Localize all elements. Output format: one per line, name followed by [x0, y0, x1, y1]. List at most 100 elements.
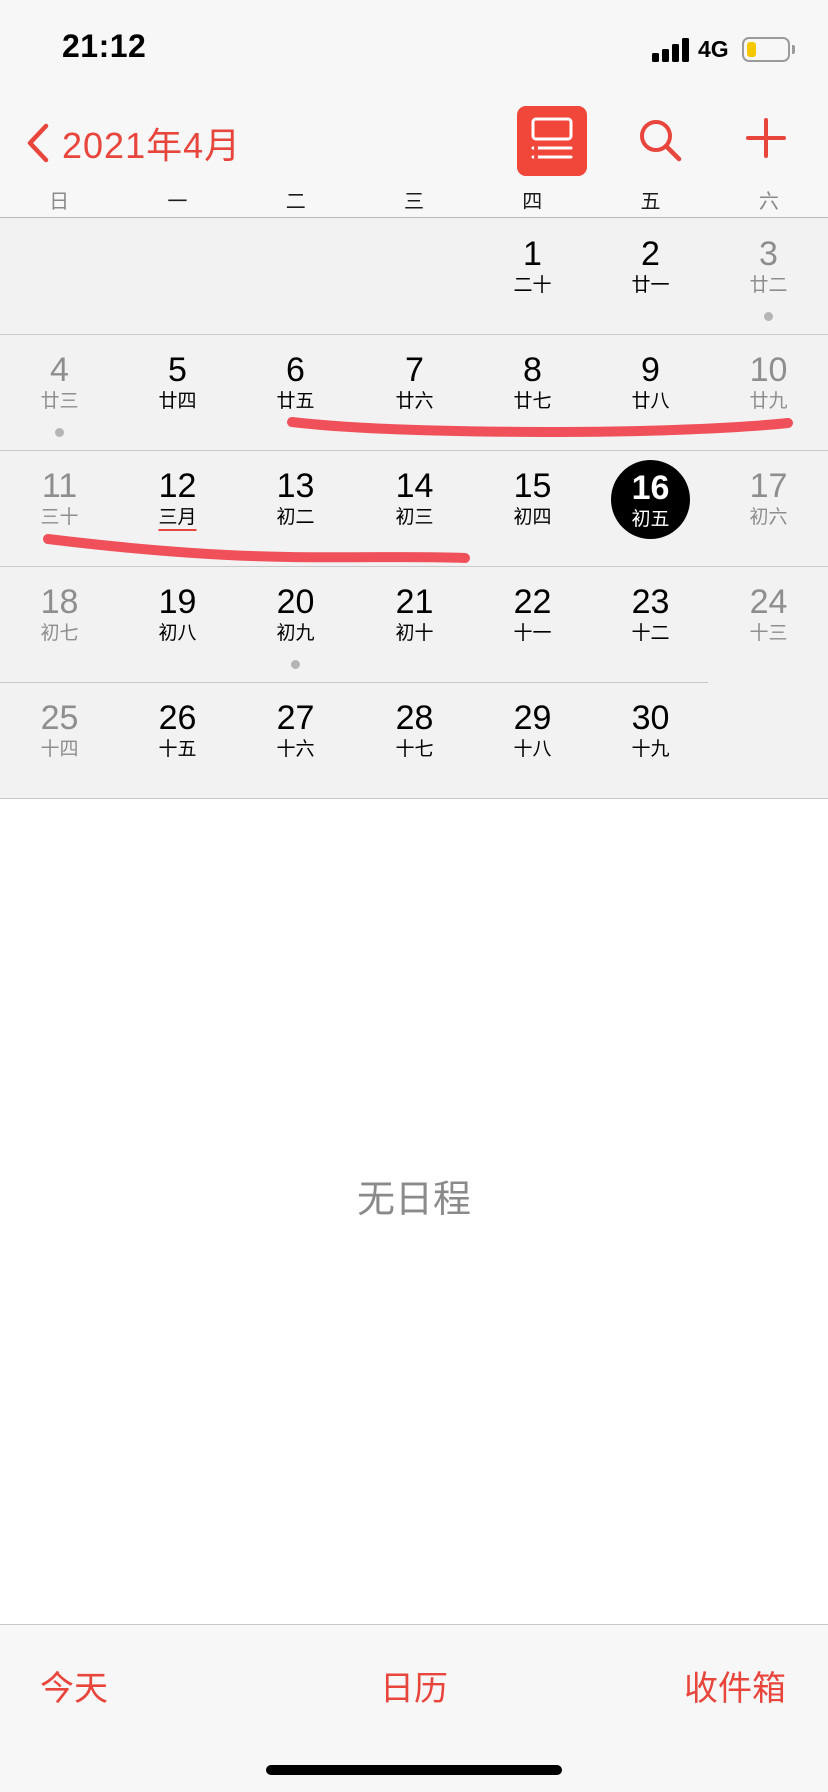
day-cell[interactable]: 14 初三 [359, 450, 470, 566]
navigation-bar: 2021年4月 日 一 二 三 四 五 六 [0, 100, 828, 218]
lunar-date: 廿九 [749, 390, 788, 412]
list-view-icon [531, 117, 573, 159]
day-cell[interactable]: 29 十八 [477, 682, 588, 798]
day-number: 16 [631, 469, 670, 507]
lunar-date: 初二 [276, 506, 315, 528]
day-cell[interactable]: 1 二十 [477, 218, 588, 334]
day-number: 2 [641, 235, 660, 273]
day-number: 7 [405, 351, 424, 389]
day-number: 14 [395, 467, 434, 505]
day-cell[interactable]: 8 廿七 [477, 334, 588, 450]
day-number: 6 [286, 351, 305, 389]
lunar-date: 初三 [395, 506, 434, 528]
lunar-date: 初七 [40, 622, 79, 644]
day-number: 29 [513, 699, 552, 737]
lunar-date: 初十 [395, 622, 434, 644]
day-cell[interactable]: 20 初九 [240, 566, 351, 682]
status-time: 21:12 [62, 28, 147, 64]
lunar-date: 廿六 [395, 390, 434, 412]
status-bar: 21:12 4G [0, 0, 828, 100]
day-number: 26 [158, 699, 197, 737]
battery-icon [742, 37, 790, 62]
day-cell[interactable]: 30 十九 [595, 682, 706, 798]
event-dot [291, 660, 300, 669]
day-cell[interactable]: 22 十一 [477, 566, 588, 682]
weekday-label: 一 [167, 189, 188, 213]
lunar-date: 廿七 [513, 390, 552, 412]
day-cell[interactable]: 17 初六 [713, 450, 824, 566]
day-number: 17 [749, 467, 788, 505]
weekday-header: 日 一 二 三 四 五 六 [0, 185, 828, 215]
day-cell[interactable]: 9 廿八 [595, 334, 706, 450]
cellular-signal-icon [652, 38, 692, 62]
event-dot [764, 312, 773, 321]
network-type: 4G [698, 36, 729, 62]
week-separator [0, 798, 828, 799]
day-number: 3 [759, 235, 778, 273]
lunar-date: 初五 [631, 508, 670, 530]
day-cell[interactable]: 26 十五 [122, 682, 233, 798]
day-cell[interactable]: 6 廿五 [240, 334, 351, 450]
weekday-label: 日 [49, 189, 70, 213]
day-number: 30 [631, 699, 670, 737]
day-cell[interactable]: 21 初十 [359, 566, 470, 682]
lunar-date: 廿二 [749, 274, 788, 296]
lunar-date: 十八 [513, 738, 552, 760]
inbox-button[interactable]: 收件箱 [684, 1661, 786, 1710]
lunar-date: 三月 [122, 506, 233, 528]
search-icon[interactable] [636, 116, 684, 164]
calendars-button[interactable]: 日历 [380, 1661, 448, 1710]
day-number: 21 [395, 583, 434, 621]
lunar-date: 十四 [40, 738, 79, 760]
month-back-button[interactable]: 2021年4月 [62, 117, 241, 169]
list-view-toggle-button[interactable] [517, 106, 587, 176]
day-number: 12 [158, 467, 197, 505]
day-number: 11 [41, 467, 78, 505]
week-row: 1 二十 2 廿一 3 廿二 [0, 218, 828, 334]
day-cell[interactable]: 25 十四 [4, 682, 115, 798]
week-row: 18 初七 19 初八 20 初九 21 初十 22 十一 23 十二 24 十三 [0, 566, 828, 682]
plus-icon[interactable] [746, 118, 786, 158]
lunar-date: 十七 [395, 738, 434, 760]
day-number: 27 [276, 699, 315, 737]
day-cell[interactable]: 18 初七 [4, 566, 115, 682]
day-number: 22 [513, 583, 552, 621]
today-button[interactable]: 今天 [40, 1661, 108, 1710]
event-dot [55, 428, 64, 437]
day-cell[interactable]: 23 十二 [595, 566, 706, 682]
lunar-date: 初八 [158, 622, 197, 644]
day-cell[interactable]: 2 廿一 [595, 218, 706, 334]
lunar-date: 初九 [276, 622, 315, 644]
lunar-month-start: 三月 [158, 506, 197, 528]
chevron-left-icon[interactable] [24, 122, 52, 164]
day-number: 28 [395, 699, 434, 737]
day-cell[interactable]: 12 三月 [122, 450, 233, 566]
day-cell[interactable]: 13 初二 [240, 450, 351, 566]
day-cell[interactable]: 7 廿六 [359, 334, 470, 450]
day-cell[interactable]: 5 廿四 [122, 334, 233, 450]
weekday-label: 四 [522, 189, 543, 213]
lunar-date: 初六 [749, 506, 788, 528]
day-number: 10 [749, 351, 788, 389]
lunar-date: 十一 [513, 622, 552, 644]
lunar-date: 二十 [513, 274, 552, 296]
day-cell[interactable]: 10 廿九 [713, 334, 824, 450]
day-cell[interactable]: 4 廿三 [4, 334, 115, 450]
week-row: 4 廿三 5 廿四 6 廿五 7 廿六 8 廿七 9 廿八 10 廿九 [0, 334, 828, 450]
day-number: 5 [168, 351, 187, 389]
day-number: 13 [276, 467, 315, 505]
lunar-date: 廿四 [158, 390, 197, 412]
day-cell[interactable]: 11 三十 [4, 450, 115, 566]
day-cell[interactable]: 27 十六 [240, 682, 351, 798]
home-indicator [266, 1765, 562, 1775]
lunar-date: 十三 [749, 622, 788, 644]
today-day-cell[interactable]: 16 初五 [595, 450, 706, 566]
day-cell[interactable]: 3 廿二 [713, 218, 824, 334]
day-cell[interactable]: 24 十三 [713, 566, 824, 682]
lunar-date: 十六 [276, 738, 315, 760]
day-cell[interactable]: 28 十七 [359, 682, 470, 798]
day-cell[interactable]: 19 初八 [122, 566, 233, 682]
battery-terminal [792, 45, 795, 54]
day-cell[interactable]: 15 初四 [477, 450, 588, 566]
day-number: 15 [513, 467, 552, 505]
